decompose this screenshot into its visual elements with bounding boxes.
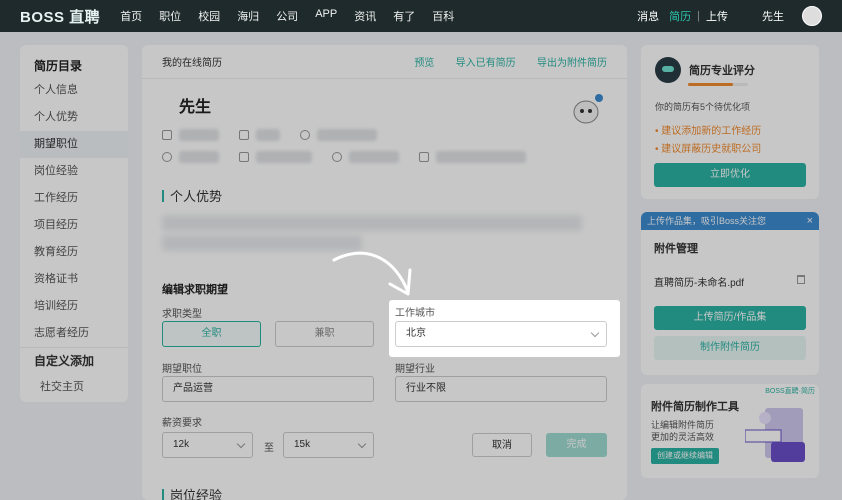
catalog-title: 简历目录 [34, 59, 83, 73]
chevron-down-icon [236, 439, 246, 449]
import-resume-link[interactable]: 导入已有简历 [456, 58, 516, 69]
chevron-down-icon [590, 328, 600, 338]
robot-icon [655, 57, 681, 83]
nav-item-jobs[interactable]: 职位 [159, 8, 181, 24]
catalog-item-expected-position[interactable]: 期望职位 [20, 131, 128, 158]
catalog-item-job-experience[interactable]: 岗位经验 [20, 158, 128, 185]
salary-label: 薪资要求 [162, 418, 202, 429]
robot-avatar-icon [573, 94, 603, 124]
nav-item-news[interactable]: 资讯 [354, 8, 376, 24]
resume-editor-illustration-icon [745, 408, 805, 462]
mail-icon [419, 152, 429, 162]
clock-icon [162, 152, 172, 162]
optimize-now-button[interactable]: 立即优化 [654, 163, 806, 187]
position-label: 期望职位 [162, 364, 202, 375]
resume-title: 我的在线简历 [162, 58, 222, 69]
make-attachment-button[interactable]: 制作附件简历 [654, 336, 806, 360]
catalog-item-work-history[interactable]: 工作经历 [20, 185, 128, 212]
resume-actions: 预览 导入已有简历 导出为附件简历 [396, 54, 607, 69]
catalog-item-personal-info[interactable]: 个人信息 [20, 77, 128, 104]
main-nav: 首页 职位 校园 海归 公司 APP 资讯 有了 百科 [120, 8, 471, 24]
nav-item-home[interactable]: 首页 [120, 8, 142, 24]
catalog-custom-add[interactable]: 自定义添加 [20, 347, 128, 374]
preview-link[interactable]: 预览 [414, 58, 434, 69]
resume-catalog: 简历目录 个人信息 个人优势 期望职位 岗位经验 工作经历 项目经历 教育经历 … [20, 45, 128, 402]
industry-label: 期望行业 [395, 364, 435, 375]
work-city-highlight: 工作城市 北京 [389, 300, 620, 357]
resume-tool-card: BOSS直聘·简历 附件简历制作工具 让编辑附件简历 更加的灵活高效 创建或继续… [641, 384, 819, 478]
create-edit-button[interactable]: 创建或继续编辑 [651, 448, 719, 464]
city-select[interactable]: 北京 [395, 321, 607, 347]
portfolio-banner[interactable]: 上传作品集，吸引Boss关注您 × [641, 212, 819, 230]
advantage-section-title: 个人优势 [162, 186, 222, 205]
catalog-item-education[interactable]: 教育经历 [20, 239, 128, 266]
resume-score-card: 简历专业评分 你的简历有5个待优化项 • 建议添加新的工作经历 • 建议屏蔽历史… [641, 45, 819, 199]
guide-arrow-icon [332, 251, 412, 296]
top-navbar: BOSS 直聘 首页 职位 校园 海归 公司 APP 资讯 有了 百科 消息 简… [0, 0, 842, 32]
catalog-item-social[interactable]: 社交主页 [20, 374, 128, 401]
nav-item-youle[interactable]: 有了 [393, 8, 415, 24]
position-field[interactable]: 产品运营 [162, 376, 374, 402]
nav-item-overseas[interactable]: 海归 [237, 8, 259, 24]
catalog-item-certificates[interactable]: 资格证书 [20, 266, 128, 293]
job-type-label: 求职类型 [162, 309, 202, 320]
score-description: 你的简历有5个待优化项 [655, 102, 751, 112]
attachment-title: 附件管理 [654, 243, 698, 255]
done-button[interactable]: 完成 [546, 433, 607, 457]
salary-min-select[interactable]: 12k [162, 432, 253, 458]
resume-header: 我的在线简历 预览 导入已有简历 导出为附件简历 [142, 45, 627, 79]
salary-max-select[interactable]: 15k [283, 432, 374, 458]
nav-item-campus[interactable]: 校园 [198, 8, 220, 24]
trash-icon[interactable] [797, 275, 805, 284]
edit-form-title: 编辑求职期望 [162, 284, 228, 296]
cancel-button[interactable]: 取消 [472, 433, 532, 457]
personal-info-row-2 [162, 151, 546, 163]
upload-resume-button[interactable]: 上传简历/作品集 [654, 306, 806, 330]
catalog-item-advantage[interactable]: 个人优势 [20, 104, 128, 131]
industry-field[interactable]: 行业不限 [395, 376, 607, 402]
nav-username[interactable]: 先生 [762, 8, 784, 24]
close-icon[interactable]: × [807, 212, 813, 230]
catalog-item-projects[interactable]: 项目经历 [20, 212, 128, 239]
wechat-icon [332, 152, 342, 162]
phone-icon [239, 152, 249, 162]
candidate-name[interactable]: 先生 [179, 93, 211, 117]
cube-icon [239, 130, 249, 140]
attachment-management-card: 上传作品集，吸引Boss关注您 × 附件管理 直聘简历-未命名.pdf 上传简历… [641, 212, 819, 375]
tool-desc-2: 更加的灵活高效 [651, 432, 715, 442]
nav-right: 消息 简历 | 上传 先生 [627, 0, 822, 32]
catalog-item-volunteer[interactable]: 志愿者经历 [20, 320, 128, 347]
nav-messages[interactable]: 消息 [637, 8, 659, 24]
part-time-option[interactable]: 兼职 [275, 321, 374, 347]
score-progress-bar [688, 83, 748, 86]
nav-upload[interactable]: 上传 [706, 8, 728, 24]
catalog-item-training[interactable]: 培训经历 [20, 293, 128, 320]
nav-resume[interactable]: 简历 [669, 8, 691, 24]
briefcase-icon [162, 130, 172, 140]
nav-item-wiki[interactable]: 百科 [432, 8, 454, 24]
logo[interactable]: BOSS 直聘 [20, 6, 100, 27]
chevron-down-icon [357, 439, 367, 449]
score-title: 简历专业评分 [689, 65, 755, 77]
suggestion-item[interactable]: • 建议添加新的工作经历 [655, 122, 761, 137]
user-icon [300, 130, 310, 140]
attachment-file[interactable]: 直聘简历-未命名.pdf [654, 274, 744, 289]
advantage-text-blurred [162, 215, 582, 231]
salary-to-label: 至 [264, 443, 274, 454]
avatar[interactable] [802, 6, 822, 26]
nav-separator: | [697, 10, 700, 22]
suggestion-item[interactable]: • 建议屏蔽历史就职公司 [655, 140, 761, 155]
personal-info-row-1 [162, 129, 397, 141]
nav-item-company[interactable]: 公司 [276, 8, 298, 24]
export-attachment-link[interactable]: 导出为附件简历 [537, 58, 607, 69]
nav-item-app[interactable]: APP [315, 8, 337, 24]
tool-tag: BOSS直聘·简历 [765, 388, 815, 395]
tool-title: 附件简历制作工具 [651, 401, 739, 413]
full-time-option[interactable]: 全职 [162, 321, 261, 347]
job-experience-section-title: 岗位经验 [162, 485, 222, 500]
